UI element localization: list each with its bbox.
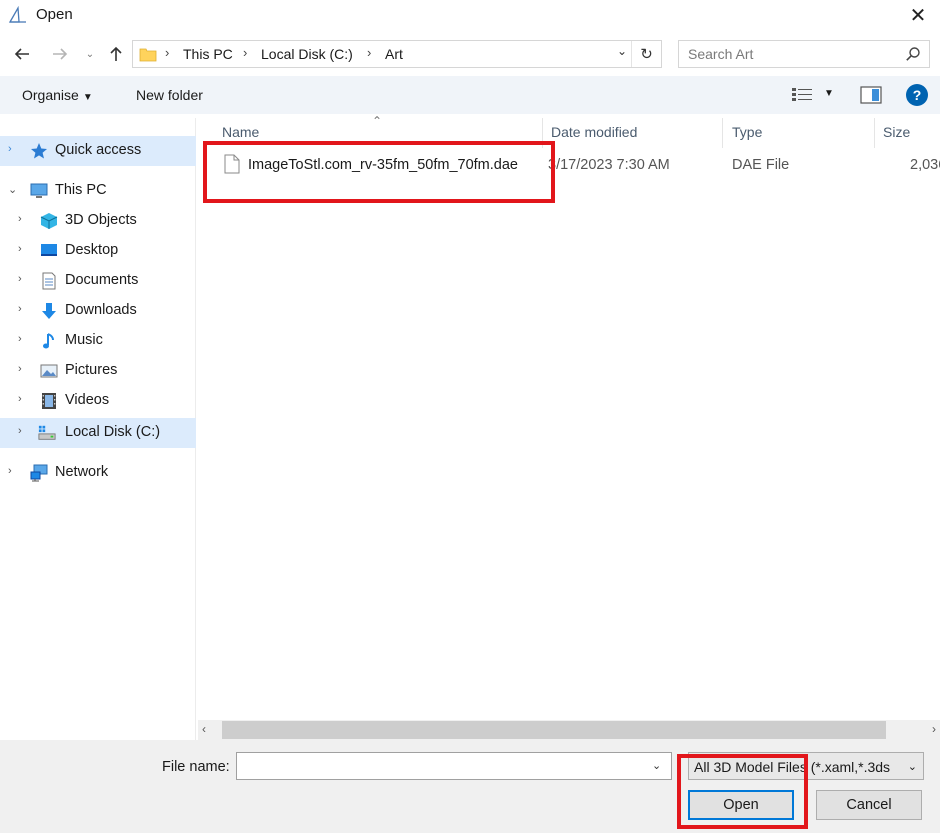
sidebar-item-label: Music bbox=[65, 332, 103, 348]
sidebar-item-network[interactable]: › Network bbox=[0, 458, 196, 488]
sidebar-item-downloads[interactable]: › Downloads bbox=[0, 296, 196, 326]
chevron-right-icon[interactable]: › bbox=[18, 243, 22, 255]
breadcrumb-separator-icon: › bbox=[165, 45, 170, 60]
navigation-pane: › Quick access ⌄ This PC › 3D Objects › … bbox=[0, 118, 196, 740]
up-arrow-icon[interactable] bbox=[104, 40, 128, 68]
download-arrow-icon bbox=[42, 303, 56, 319]
title-bar: Open ✕ bbox=[0, 0, 940, 30]
file-name-input[interactable] bbox=[236, 752, 672, 780]
sidebar-item-documents[interactable]: › Documents bbox=[0, 266, 196, 296]
app-icon bbox=[8, 6, 26, 23]
document-icon bbox=[42, 272, 56, 290]
search-box[interactable]: Search Art bbox=[678, 40, 930, 68]
sidebar-item-label: Desktop bbox=[65, 242, 119, 258]
file-list: ⌃ Name Date modified Type Size ImageToSt… bbox=[198, 114, 940, 720]
forward-arrow-icon[interactable] bbox=[46, 40, 74, 68]
scrollbar-thumb[interactable] bbox=[222, 721, 886, 739]
music-note-icon bbox=[43, 333, 54, 349]
chevron-right-icon[interactable]: › bbox=[8, 143, 12, 155]
file-name-label: File name: bbox=[162, 759, 230, 775]
desktop-icon bbox=[41, 244, 57, 256]
sort-ascending-icon: ⌃ bbox=[372, 114, 383, 128]
column-header-type[interactable]: Type bbox=[732, 124, 762, 148]
help-icon[interactable]: ? bbox=[906, 84, 928, 106]
sidebar-item-pictures[interactable]: › Pictures bbox=[0, 356, 196, 386]
column-header-size[interactable]: Size bbox=[883, 124, 910, 148]
sidebar-item-label: 3D Objects bbox=[65, 212, 137, 228]
address-dropdown-icon[interactable]: ⌄ bbox=[617, 44, 627, 58]
column-header-date-modified[interactable]: Date modified bbox=[551, 124, 637, 148]
breadcrumb-separator-icon: › bbox=[243, 45, 248, 60]
scroll-right-icon[interactable]: › bbox=[932, 722, 936, 736]
chevron-right-icon[interactable]: › bbox=[18, 425, 22, 437]
cancel-button[interactable]: Cancel bbox=[816, 790, 922, 820]
computer-icon bbox=[30, 183, 48, 198]
caret-down-icon: ▼ bbox=[82, 92, 93, 103]
sidebar-item-label: Local Disk (C:) bbox=[65, 424, 161, 440]
sidebar-item-label: Downloads bbox=[65, 302, 137, 318]
drive-icon bbox=[38, 425, 56, 440]
sidebar-item-label: Quick access bbox=[55, 142, 142, 158]
network-icon bbox=[30, 464, 48, 482]
picture-icon bbox=[40, 364, 58, 378]
navigation-bar: ⌄ › This PC › Local Disk (C:) › Art ⌄ ↻ … bbox=[0, 36, 940, 72]
breadcrumb-art[interactable]: Art bbox=[385, 46, 403, 62]
folder-icon bbox=[139, 48, 157, 62]
chevron-right-icon[interactable]: › bbox=[18, 273, 22, 285]
refresh-icon[interactable]: ↻ bbox=[631, 41, 661, 67]
sidebar-item-local-disk[interactable]: › Local Disk (C:) bbox=[0, 418, 196, 448]
sidebar-item-label: Documents bbox=[65, 272, 139, 288]
view-options-icon[interactable] bbox=[792, 87, 814, 103]
horizontal-scrollbar[interactable]: ‹ › bbox=[198, 720, 940, 740]
back-arrow-icon[interactable] bbox=[8, 40, 36, 68]
close-icon[interactable]: ✕ bbox=[896, 0, 940, 30]
cube-icon bbox=[40, 213, 58, 229]
window-title: Open bbox=[36, 6, 73, 23]
chevron-right-icon[interactable]: › bbox=[18, 303, 22, 315]
chevron-down-icon[interactable]: ⌄ bbox=[8, 183, 17, 196]
recent-locations-chevron-icon[interactable]: ⌄ bbox=[80, 40, 100, 68]
file-name-dropdown-icon[interactable]: ⌄ bbox=[652, 759, 661, 772]
chevron-right-icon[interactable]: › bbox=[8, 465, 12, 477]
sidebar-item-label: This PC bbox=[55, 182, 107, 198]
sidebar-item-quick-access[interactable]: › Quick access bbox=[0, 136, 196, 166]
new-folder-button[interactable]: New folder bbox=[136, 87, 203, 103]
sidebar-item-label: Pictures bbox=[65, 362, 118, 378]
command-toolbar: Organise ▼ New folder ▼ ? bbox=[0, 76, 940, 114]
address-bar[interactable]: › This PC › Local Disk (C:) › Art ⌄ ↻ bbox=[132, 40, 662, 68]
chevron-down-icon[interactable]: ⌄ bbox=[908, 760, 917, 773]
sidebar-item-videos[interactable]: › Videos bbox=[0, 386, 196, 416]
breadcrumb-local-disk[interactable]: Local Disk (C:) bbox=[261, 46, 353, 62]
star-icon bbox=[31, 143, 47, 159]
sidebar-item-label: Videos bbox=[65, 392, 110, 408]
search-icon bbox=[906, 47, 920, 61]
file-date-modified: 3/17/2023 7:30 AM bbox=[548, 157, 670, 173]
sidebar-item-3d-objects[interactable]: › 3D Objects bbox=[0, 206, 196, 236]
sidebar-item-music[interactable]: › Music bbox=[0, 326, 196, 356]
preview-pane-icon[interactable] bbox=[860, 86, 882, 104]
sidebar-item-desktop[interactable]: › Desktop bbox=[0, 236, 196, 266]
chevron-right-icon[interactable]: › bbox=[18, 333, 22, 345]
film-icon bbox=[42, 393, 56, 409]
view-caret-down-icon[interactable]: ▼ bbox=[824, 88, 834, 99]
column-divider[interactable] bbox=[722, 118, 723, 148]
file-type: DAE File bbox=[732, 157, 790, 173]
search-input[interactable]: Search Art bbox=[688, 46, 753, 62]
chevron-right-icon[interactable]: › bbox=[18, 213, 22, 225]
chevron-right-icon[interactable]: › bbox=[18, 393, 22, 405]
breadcrumb-separator-icon: › bbox=[367, 45, 372, 60]
chevron-right-icon[interactable]: › bbox=[18, 363, 22, 375]
sidebar-item-label: Network bbox=[55, 464, 109, 480]
column-divider[interactable] bbox=[874, 118, 875, 148]
breadcrumb-this-pc[interactable]: This PC bbox=[183, 46, 233, 62]
file-size: 2,036 bbox=[910, 157, 940, 173]
organise-button[interactable]: Organise ▼ bbox=[22, 87, 93, 103]
highlight-box-open bbox=[677, 754, 808, 829]
highlight-box-file bbox=[203, 141, 555, 203]
scroll-left-icon[interactable]: ‹ bbox=[202, 722, 206, 736]
organise-label: Organise bbox=[22, 87, 79, 103]
sidebar-item-this-pc[interactable]: ⌄ This PC bbox=[0, 176, 196, 206]
